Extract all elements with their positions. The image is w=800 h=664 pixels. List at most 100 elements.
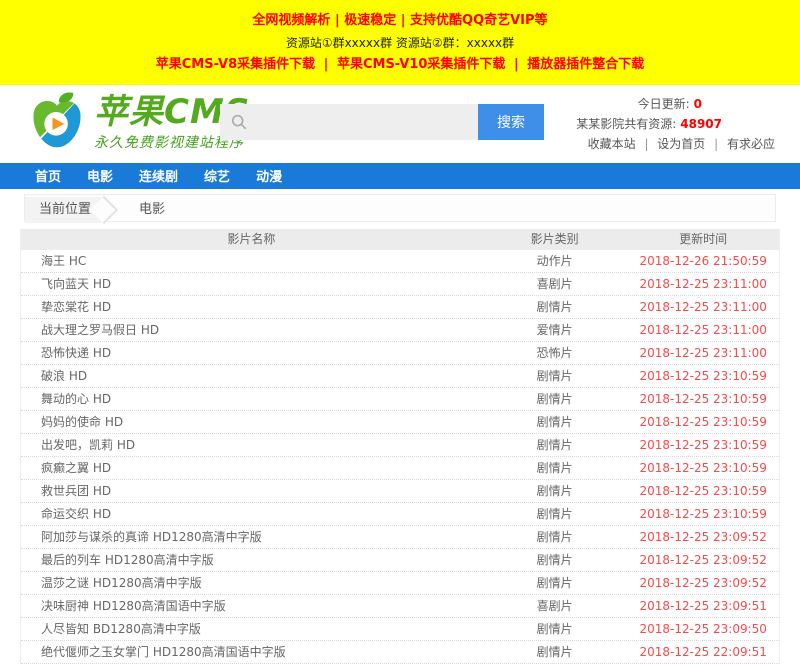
movie-category-cell: 剧情片 [482,296,628,318]
movie-name-link[interactable]: 出发吧，凯莉 HD [41,434,482,456]
separator: | [636,137,658,151]
movie-name-link[interactable]: 舞动的心 HD [41,388,482,410]
total-resource-value: 48907 [680,117,722,131]
separator: | [505,57,527,72]
breadcrumb: 当前位置 电影 [24,194,776,222]
today-update-label: 今日更新: [638,97,690,111]
promo-link[interactable]: 苹果CMS-V10采集插件下载 [337,57,505,72]
movie-category-cell: 剧情片 [482,434,628,456]
movie-category-cell: 剧情片 [482,641,628,663]
promo-links: 苹果CMS-V8采集插件下载 | 苹果CMS-V10采集插件下载 | 播放器插件… [0,57,800,79]
movie-name-link[interactable]: 救世兵团 HD [41,480,482,502]
site-header: 苹果CMS 永久免费影视建站程序 搜索 今日更新: 0 某某影院共有资源: 4890… [0,85,800,163]
movie-name-cell: 决味厨神 HD1280高清国语中字版 [21,595,482,617]
movie-name-link[interactable]: 破浪 HD [41,365,482,387]
movie-category-cell: 剧情片 [482,411,628,433]
movie-name-link[interactable]: 海王 HC [41,250,482,272]
table-row: 人尽皆知 BD1280高清中字版剧情片2018-12-25 23:09:50 [21,618,779,641]
movie-name-link[interactable]: 飞向蓝天 HD [41,273,482,295]
movie-category-cell: 喜剧片 [482,595,628,617]
movie-name-link[interactable]: 疯癫之翼 HD [41,457,482,479]
movie-name-cell: 破浪 HD [21,365,482,387]
movie-time-cell: 2018-12-25 23:10:59 [627,365,779,387]
movie-category-cell: 剧情片 [482,526,628,548]
separator: | [315,57,337,72]
movie-time-cell: 2018-12-25 23:09:52 [627,549,779,571]
movie-time-cell: 2018-12-25 23:10:59 [627,457,779,479]
total-resource-stat: 某某影院共有资源: 48907 [576,115,722,133]
movie-category-cell: 剧情片 [482,388,628,410]
column-header-name: 影片名称 [21,229,482,250]
apple-play-icon [28,91,86,153]
table-row: 战大理之罗马假日 HD爱情片2018-12-25 23:11:00 [21,319,779,342]
table-row: 飞向蓝天 HD喜剧片2018-12-25 23:11:00 [21,273,779,296]
movie-time-cell: 2018-12-25 23:09:52 [627,572,779,594]
breadcrumb-label: 当前位置 [25,197,105,223]
quick-link[interactable]: 设为首页 [657,137,705,151]
movie-time-cell: 2018-12-25 23:11:00 [627,319,779,341]
table-row: 阿加莎与谋杀的真谛 HD1280高清中字版剧情片2018-12-25 23:09… [21,526,779,549]
table-row: 出发吧，凯莉 HD剧情片2018-12-25 23:10:59 [21,434,779,457]
nav-item-1[interactable]: 首页 [22,165,74,191]
promo-link[interactable]: 苹果CMS-V8采集插件下载 [156,57,315,72]
quick-link[interactable]: 有求必应 [727,137,775,151]
movie-time-cell: 2018-12-25 23:09:52 [627,526,779,548]
table-row: 最后的列车 HD1280高清中字版剧情片2018-12-25 23:09:52 [21,549,779,572]
movie-name-cell: 飞向蓝天 HD [21,273,482,295]
movie-name-cell: 海王 HC [21,250,482,272]
separator: | [705,137,727,151]
movie-time-cell: 2018-12-25 23:10:59 [627,434,779,456]
movie-name-link[interactable]: 人尽皆知 BD1280高清中字版 [41,618,482,640]
movie-name-link[interactable]: 决味厨神 HD1280高清国语中字版 [41,595,482,617]
movie-name-link[interactable]: 挚恋棠花 HD [41,296,482,318]
movie-name-cell: 妈妈的使命 HD [21,411,482,433]
table-row: 挚恋棠花 HD剧情片2018-12-25 23:11:00 [21,296,779,319]
movie-time-cell: 2018-12-25 23:11:00 [627,273,779,295]
movie-name-link[interactable]: 战大理之罗马假日 HD [41,319,482,341]
nav-item-3[interactable]: 连续剧 [126,165,191,191]
movie-name-link[interactable]: 阿加莎与谋杀的真谛 HD1280高清中字版 [41,526,482,548]
movie-name-link[interactable]: 绝代偃师之玉女掌门 HD1280高清国语中字版 [41,641,482,663]
promo-line-1[interactable]: 全网视频解析 | 极速稳定 | 支持优酷QQ奇艺VIP等 [0,13,800,35]
main-nav: 首页电影连续剧综艺动漫 [0,163,800,189]
movie-name-link[interactable]: 恐怖快递 HD [41,342,482,364]
movie-name-cell: 出发吧，凯莉 HD [21,434,482,456]
movie-name-cell: 挚恋棠花 HD [21,296,482,318]
nav-item-2[interactable]: 电影 [74,165,126,191]
site-logo[interactable]: 苹果CMS 永久免费影视建站程序 [28,91,250,153]
today-update-value: 0 [694,97,702,111]
movie-name-link[interactable]: 最后的列车 HD1280高清中字版 [41,549,482,571]
movie-name-cell: 阿加莎与谋杀的真谛 HD1280高清中字版 [21,526,482,548]
movie-time-cell: 2018-12-25 23:09:50 [627,618,779,640]
promo-link[interactable]: 播放器插件整合下载 [527,57,644,72]
table-row: 疯癫之翼 HD剧情片2018-12-25 23:10:59 [21,457,779,480]
movie-name-cell: 命运交织 HD [21,503,482,525]
total-resource-label: 某某影院共有资源: [576,117,676,131]
table-row: 决味厨神 HD1280高清国语中字版喜剧片2018-12-25 23:09:51 [21,595,779,618]
movie-name-cell: 温莎之谜 HD1280高清中字版 [21,572,482,594]
movie-category-cell: 剧情片 [482,457,628,479]
table-row: 破浪 HD剧情片2018-12-25 23:10:59 [21,365,779,388]
movie-category-cell: 恐怖片 [482,342,628,364]
table-row: 救世兵团 HD剧情片2018-12-25 23:10:59 [21,480,779,503]
search-button[interactable]: 搜索 [478,104,544,140]
movie-name-cell: 恐怖快递 HD [21,342,482,364]
movie-category-cell: 剧情片 [482,549,628,571]
movie-name-cell: 人尽皆知 BD1280高清中字版 [21,618,482,640]
table-row: 温莎之谜 HD1280高清中字版剧情片2018-12-25 23:09:52 [21,572,779,595]
movie-name-cell: 救世兵团 HD [21,480,482,502]
movie-name-link[interactable]: 温莎之谜 HD1280高清中字版 [41,572,482,594]
breadcrumb-current[interactable]: 电影 [139,202,165,217]
movie-time-cell: 2018-12-25 23:10:59 [627,388,779,410]
movie-name-link[interactable]: 妈妈的使命 HD [41,411,482,433]
movie-name-link[interactable]: 命运交织 HD [41,503,482,525]
table-row: 命运交织 HD剧情片2018-12-25 23:10:59 [21,503,779,526]
search-input[interactable] [220,104,478,140]
movie-category-cell: 剧情片 [482,618,628,640]
quick-link[interactable]: 收藏本站 [588,137,636,151]
nav-item-5[interactable]: 动漫 [243,165,295,191]
nav-item-4[interactable]: 综艺 [191,165,243,191]
table-row: 恐怖快递 HD恐怖片2018-12-25 23:11:00 [21,342,779,365]
movie-time-cell: 2018-12-25 23:10:59 [627,480,779,502]
movie-category-cell: 剧情片 [482,480,628,502]
